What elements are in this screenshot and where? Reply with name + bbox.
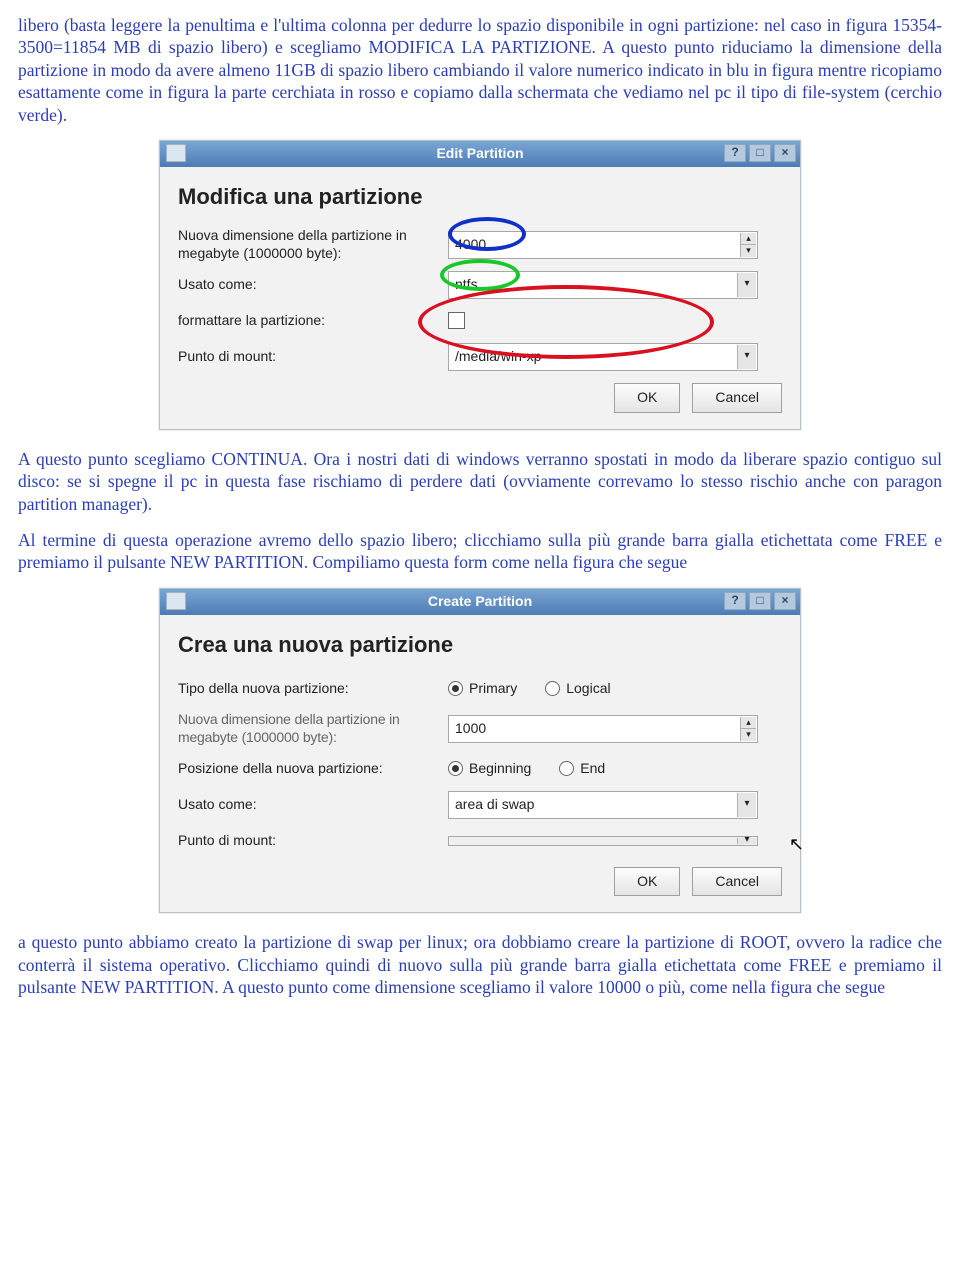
format-label: formattare la partizione: [178,312,448,330]
dialog-titlebar: Create Partition ? □ × [160,589,800,615]
paragraph-intro: libero (basta leggere la penultima e l'u… [18,14,942,126]
dialog-heading: Modifica una partizione [178,183,782,211]
radio-label: Beginning [469,760,531,778]
paragraph-continue: A questo punto scegliamo CONTINUA. Ora i… [18,448,942,515]
radio-label: End [580,760,605,778]
position-label: Posizione della nuova partizione: [178,760,448,778]
radio-icon [448,761,463,776]
size-label: Nuova dimensione della partizione in meg… [178,227,448,263]
mount-value: /media/win-xp [455,348,541,364]
create-partition-figure: Create Partition ? □ × Crea una nuova pa… [18,588,942,914]
dialog-heading: Crea una nuova partizione [178,631,782,659]
spin-down-icon[interactable]: ▾ [740,245,756,257]
logical-radio[interactable]: Logical [545,680,610,698]
app-icon [166,144,186,162]
radio-label: Primary [469,680,517,698]
create-partition-dialog: Create Partition ? □ × Crea una nuova pa… [159,588,801,914]
size-input[interactable]: 4000 ▴▾ [448,231,758,259]
spin-up-icon[interactable]: ▴ [740,233,756,246]
useas-value: ntfs [455,276,478,292]
type-label: Tipo della nuova partizione: [178,680,448,698]
edit-partition-dialog: Edit Partition ? □ × Modifica una partiz… [159,140,801,430]
close-icon[interactable]: × [774,592,796,610]
cancel-button[interactable]: Cancel [692,383,782,413]
useas-label: Usato come: [178,276,448,294]
maximize-icon[interactable]: □ [749,592,771,610]
mount-label: Punto di mount: [178,832,448,850]
size-input[interactable]: 1000 ▴▾ [448,715,758,743]
radio-icon [448,681,463,696]
chevron-down-icon[interactable]: ▾ [737,345,756,369]
size-value: 4000 [455,236,486,252]
mount-label: Punto di mount: [178,348,448,366]
end-radio[interactable]: End [559,760,605,778]
dialog-title: Edit Partition [436,145,523,161]
ok-button[interactable]: OK [614,867,680,897]
dialog-title: Create Partition [428,593,532,609]
spin-up-icon[interactable]: ▴ [740,717,756,730]
useas-value: area di swap [455,796,534,812]
paragraph-newpartition: Al termine di questa operazione avremo d… [18,529,942,574]
mount-input[interactable]: /media/win-xp ▾ [448,343,758,371]
useas-label: Usato come: [178,796,448,814]
useas-select[interactable]: ntfs ▾ [448,271,758,299]
help-icon[interactable]: ? [724,144,746,162]
useas-select[interactable]: area di swap ▾ [448,791,758,819]
beginning-radio[interactable]: Beginning [448,760,531,778]
radio-label: Logical [566,680,610,698]
paragraph-swap-root: a questo punto abbiamo creato la partizi… [18,931,942,998]
primary-radio[interactable]: Primary [448,680,517,698]
format-checkbox[interactable] [448,312,465,329]
dialog-titlebar: Edit Partition ? □ × [160,141,800,167]
edit-partition-figure: Edit Partition ? □ × Modifica una partiz… [18,140,942,430]
close-icon[interactable]: × [774,144,796,162]
radio-icon [545,681,560,696]
chevron-down-icon[interactable]: ▾ [737,838,756,844]
size-value: 1000 [455,720,486,736]
maximize-icon[interactable]: □ [749,144,771,162]
ok-button[interactable]: OK [614,383,680,413]
spin-down-icon[interactable]: ▾ [740,729,756,741]
help-icon[interactable]: ? [724,592,746,610]
chevron-down-icon[interactable]: ▾ [737,793,756,817]
mount-input[interactable]: ▾ [448,836,758,846]
chevron-down-icon[interactable]: ▾ [737,273,756,297]
radio-icon [559,761,574,776]
cancel-button[interactable]: Cancel [692,867,782,897]
size-label: Nuova dimensione della partizione in meg… [178,711,448,747]
app-icon [166,592,186,610]
cursor-icon: ↖ [789,833,804,856]
